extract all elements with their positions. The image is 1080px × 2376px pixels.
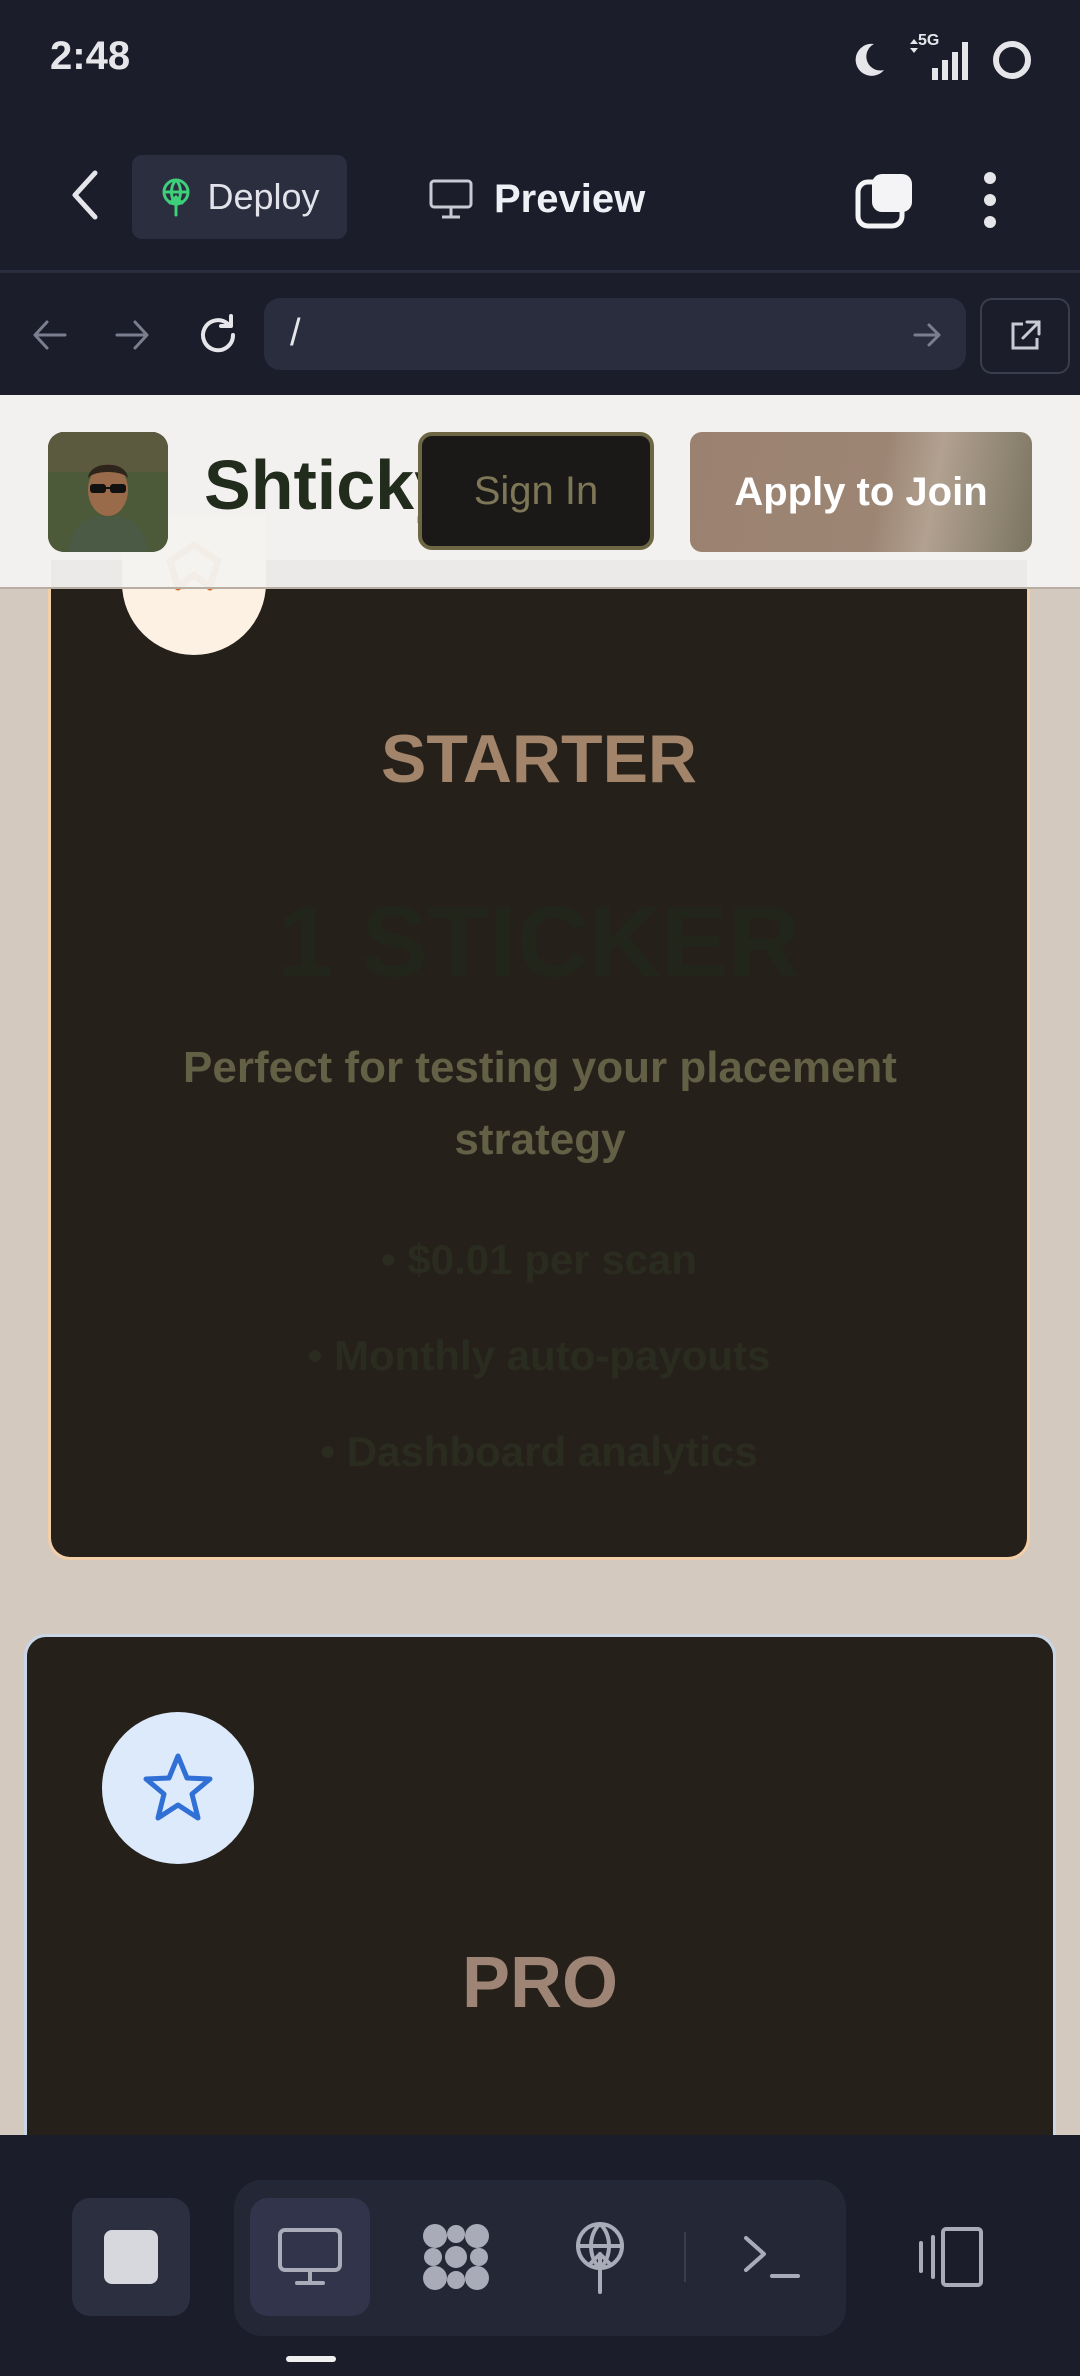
terminal-button[interactable] [720, 2198, 824, 2316]
deploy-button[interactable]: Deploy [132, 155, 347, 239]
preview-tab[interactable]: Preview [428, 160, 645, 238]
reload-button[interactable] [190, 305, 246, 365]
plan-title: PRO [461, 1943, 619, 2023]
sign-in-button[interactable]: Sign In [418, 432, 654, 550]
plan-price: 1 STICKER [277, 886, 801, 998]
apply-to-join-button[interactable]: Apply to Join [690, 432, 1032, 552]
arrow-right-icon [115, 320, 149, 350]
plan-feature: • $0.01 per scan [381, 1236, 697, 1283]
tabs-icon [855, 174, 912, 229]
tabs-button[interactable] [850, 160, 920, 240]
open-external-button[interactable] [980, 298, 1070, 374]
layout-button[interactable] [898, 2198, 1002, 2316]
chevron-left-icon [72, 170, 98, 220]
stop-icon [104, 2230, 158, 2284]
desktop-button[interactable] [250, 2198, 370, 2316]
stop-button[interactable] [72, 2198, 190, 2316]
plan-feature: • Monthly auto-payouts [307, 1332, 771, 1379]
avatar[interactable] [48, 432, 168, 552]
arrow-left-icon [33, 320, 67, 350]
back-button[interactable] [55, 155, 115, 235]
arrow-right-icon [913, 323, 941, 347]
plan-title: STARTER [380, 721, 698, 797]
external-link-icon [1011, 320, 1041, 350]
desktop-icon [278, 2228, 342, 2285]
status-time: 2:48 [50, 34, 131, 78]
plan-feature: • Dashboard analytics [320, 1428, 758, 1475]
monitor-icon [429, 179, 473, 219]
deploy-tool-button[interactable] [548, 2198, 652, 2316]
status-icons: 5G [848, 30, 1034, 90]
nav-back-button[interactable] [22, 305, 78, 365]
avatar-photo [48, 432, 168, 552]
home-indicator [286, 2356, 336, 2362]
star-icon [143, 1753, 213, 1821]
plan-icon-badge [102, 1712, 254, 1864]
layout-icon [919, 2227, 983, 2287]
go-button[interactable] [904, 312, 950, 358]
deploy-icon [162, 178, 190, 217]
signal-icon: 5G [906, 32, 972, 82]
deploy-icon [576, 2222, 624, 2294]
deploy-label: Deploy [207, 176, 320, 217]
toolbar-divider [684, 2232, 686, 2282]
battery-ring-icon [993, 41, 1031, 79]
reload-icon [201, 314, 236, 353]
preview-label: Preview [494, 176, 646, 221]
url-text: / [290, 312, 301, 354]
moon-icon [855, 43, 884, 76]
more-options-button[interactable] [960, 160, 1020, 240]
url-input[interactable] [264, 298, 966, 370]
terminal-icon [744, 2236, 800, 2278]
extensions-button[interactable] [404, 2198, 508, 2316]
brand-name[interactable]: Shticky [204, 445, 434, 525]
nav-forward-button[interactable] [104, 305, 160, 365]
more-vertical-icon [984, 172, 996, 228]
extensions-icon [423, 2224, 489, 2290]
plan-description: Perfect for testing your placement strat… [183, 1043, 897, 1164]
